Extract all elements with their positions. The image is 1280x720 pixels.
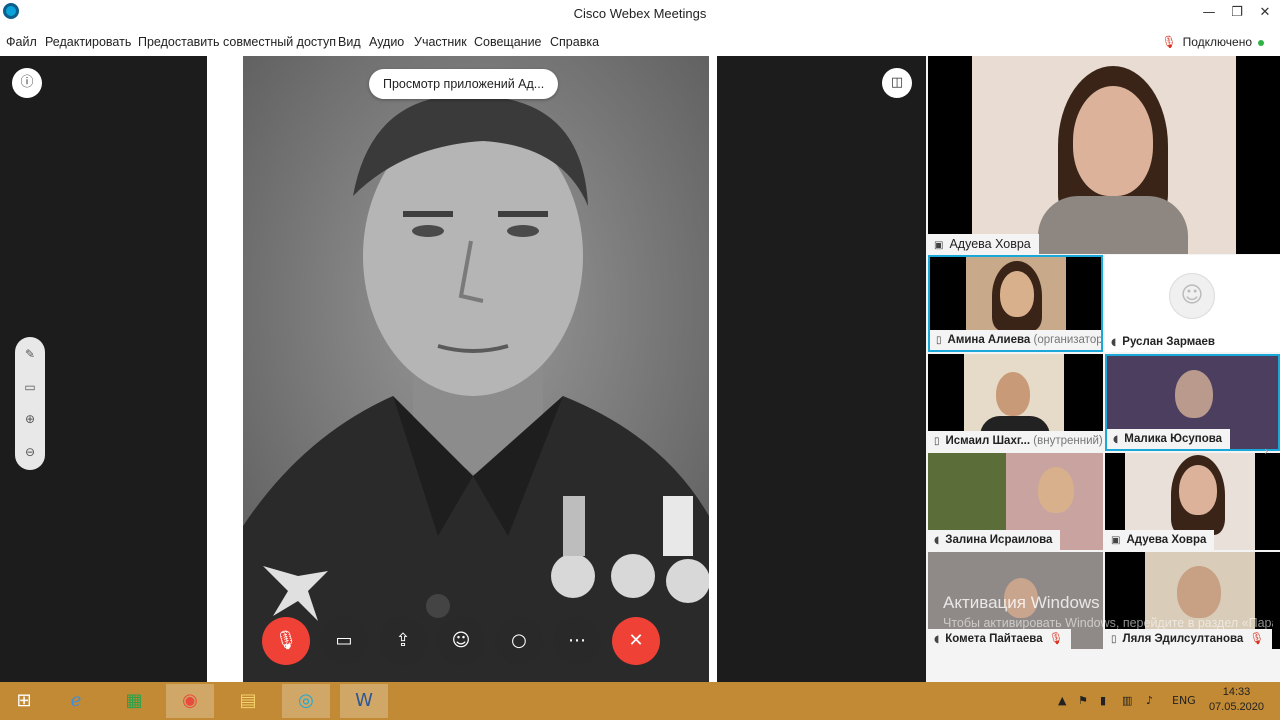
next-page-icon[interactable]: › bbox=[1264, 444, 1269, 458]
show-hidden-icons-icon[interactable]: ▲ bbox=[1058, 694, 1066, 707]
audio-video-icon: ▣ bbox=[1111, 535, 1121, 546]
participant-label: ▣ Адуева Ховра bbox=[1105, 530, 1215, 550]
menu-participant[interactable]: Участник bbox=[414, 35, 467, 49]
phone-icon: ▯ bbox=[1111, 634, 1117, 645]
headset-icon: ◖ bbox=[1111, 337, 1117, 348]
network-icon[interactable]: ▥ bbox=[1122, 694, 1132, 707]
menu-view[interactable]: Вид bbox=[338, 35, 361, 49]
headset-icon: ◖ bbox=[934, 535, 940, 546]
mic-muted-icon: 🎙 bbox=[1161, 35, 1177, 49]
participant-label: ▯ Амина Алиева (организатор) bbox=[930, 330, 1101, 350]
participant-label: ◖ Руслан Зармаев bbox=[1105, 332, 1223, 352]
pen-icon[interactable]: ✎ bbox=[15, 347, 45, 361]
volume-icon[interactable]: ♪ bbox=[1146, 694, 1153, 707]
shared-photo bbox=[243, 56, 709, 682]
menu-bar: Файл Редактировать Предоставить совместн… bbox=[0, 28, 1280, 56]
connection-status: 🎙 Подключено bbox=[1161, 35, 1264, 49]
battery-icon[interactable]: ▮ bbox=[1100, 694, 1106, 707]
internet-explorer-icon[interactable]: ℯ bbox=[52, 684, 100, 718]
view-app-pill[interactable]: Просмотр приложений Ад... bbox=[369, 69, 559, 99]
zoom-in-icon[interactable]: ⊕ bbox=[15, 412, 45, 426]
participant-tile[interactable]: ◖ Малика Юсупова bbox=[1105, 354, 1280, 451]
avatar-placeholder-icon: ☺ bbox=[1169, 273, 1215, 319]
menu-help[interactable]: Справка bbox=[550, 35, 599, 49]
headset-icon: ◖ bbox=[1113, 434, 1119, 445]
end-call-button[interactable]: ✕ bbox=[612, 617, 660, 665]
window-title: Cisco Webex Meetings bbox=[573, 6, 707, 21]
audio-video-icon: ▣ bbox=[934, 240, 944, 251]
active-speaker-label: ▣ Адуева Ховра bbox=[928, 234, 1039, 254]
participant-tile[interactable]: ◖ Залина Исраилова bbox=[928, 453, 1103, 550]
chrome-icon[interactable]: ◉ bbox=[166, 684, 214, 718]
participant-tile[interactable]: ▯ Амина Алиева (организатор) bbox=[928, 255, 1103, 352]
participant-tile[interactable]: ☺ ◖ Руслан Зармаев bbox=[1105, 255, 1280, 352]
status-dot-icon bbox=[1258, 39, 1264, 46]
webex-taskbar-icon[interactable]: ◎ bbox=[282, 684, 330, 718]
activation-watermark-text: Чтобы активировать Windows, перейдите в … bbox=[943, 616, 1273, 630]
chat-button[interactable]: ○ bbox=[495, 617, 543, 665]
annotation-toolbar: ✎ ▭ ⊕ ⊖ bbox=[15, 337, 45, 470]
participant-label: ▯ Исмаил Шахг... (внутренний) bbox=[928, 431, 1103, 451]
close-button[interactable]: ✕ bbox=[1255, 3, 1275, 23]
system-clock[interactable]: 14:33 07.05.2020 bbox=[1209, 685, 1264, 715]
mic-muted-icon: 🎙 bbox=[1048, 633, 1064, 645]
share-button[interactable]: ⇪ bbox=[379, 617, 427, 665]
active-speaker-tile[interactable]: ▣ Адуева Ховра bbox=[928, 56, 1280, 254]
participants-button[interactable]: ☺ bbox=[437, 617, 485, 665]
menu-share[interactable]: Предоставить совместный доступ bbox=[138, 35, 336, 49]
mute-button[interactable]: 🎙 bbox=[262, 617, 310, 665]
mic-muted-icon: 🎙 bbox=[1249, 633, 1264, 645]
participant-tile[interactable]: ▯ Ляля Эдилсултанова 🎙 bbox=[1105, 552, 1280, 649]
panel-toggle-icon[interactable]: ◫ bbox=[882, 68, 912, 98]
word-icon[interactable]: W bbox=[340, 684, 388, 718]
menu-meeting[interactable]: Совещание bbox=[474, 35, 542, 49]
title-bar: Cisco Webex Meetings — ❐ ✕ bbox=[0, 0, 1280, 28]
info-icon[interactable]: ⓘ bbox=[12, 68, 42, 98]
participant-label: ▯ Ляля Эдилсултанова 🎙 bbox=[1105, 629, 1272, 649]
participants-panel: ▣ Адуева Ховра ▯ Амина Алиева (организатор… bbox=[926, 56, 1280, 682]
participant-label: ◖ Комета Пайтаева 🎙 bbox=[928, 629, 1072, 649]
restore-button[interactable]: ❐ bbox=[1227, 3, 1247, 23]
headset-icon: ◖ bbox=[934, 634, 940, 645]
shared-content-stage: ⓘ Просмотр приложений Ад... ◫ ✎ ▭ ⊕ ⊖ 🎙 … bbox=[0, 56, 926, 682]
file-explorer-icon[interactable]: ▤ bbox=[224, 684, 272, 718]
video-button[interactable]: ▭ bbox=[320, 617, 368, 665]
flag-icon[interactable]: ⚑ bbox=[1078, 694, 1088, 707]
eraser-icon[interactable]: ▭ bbox=[15, 380, 45, 394]
meeting-controls: 🎙 ▭ ⇪ ☺ ○ ⋯ ✕ bbox=[262, 617, 662, 667]
stage-background bbox=[718, 56, 926, 682]
more-button[interactable]: ⋯ bbox=[553, 617, 601, 665]
activation-watermark-title: Активация Windows bbox=[943, 593, 1100, 612]
participant-tile[interactable]: ▣ Адуева Ховра bbox=[1105, 453, 1280, 550]
participant-tile[interactable]: ▯ Исмаил Шахг... (внутренний) bbox=[928, 354, 1103, 451]
participant-label: ◖ Залина Исраилова bbox=[928, 530, 1061, 550]
menu-audio[interactable]: Аудио bbox=[369, 35, 404, 49]
menu-edit[interactable]: Редактировать bbox=[45, 35, 131, 49]
phone-icon: ▯ bbox=[934, 436, 940, 447]
zoom-out-icon[interactable]: ⊖ bbox=[15, 445, 45, 459]
phone-icon: ▯ bbox=[936, 335, 942, 346]
windows-taskbar: ⊞ ℯ ▦ ◉ ▤ ◎ W ▲ ⚑ ▮ ▥ ♪ ENG 14:33 07.05.… bbox=[0, 682, 1280, 720]
language-indicator[interactable]: ENG bbox=[1172, 694, 1196, 707]
menu-file[interactable]: Файл bbox=[6, 35, 37, 49]
participant-label: ◖ Малика Юсупова bbox=[1107, 429, 1231, 449]
minimize-button[interactable]: — bbox=[1199, 3, 1219, 23]
start-button[interactable]: ⊞ bbox=[0, 684, 48, 718]
store-icon[interactable]: ▦ bbox=[110, 684, 158, 718]
